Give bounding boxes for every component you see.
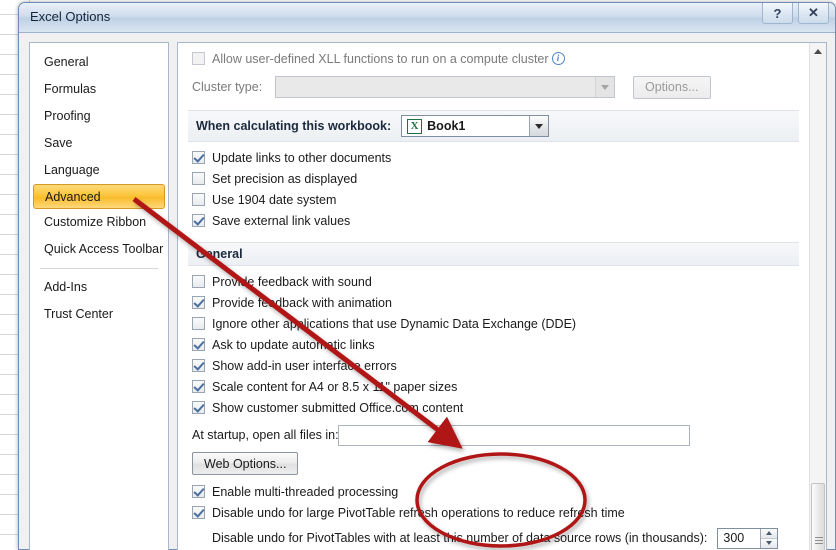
office-content-checkbox[interactable]: [192, 401, 205, 414]
disable-undo-pivot-row[interactable]: Disable undo for large PivotTable refres…: [192, 503, 799, 522]
chevron-down-icon[interactable]: [529, 116, 549, 136]
sidebar-item-general[interactable]: General: [30, 49, 168, 76]
stepper-buttons[interactable]: [760, 528, 778, 548]
web-options-row: Web Options...: [192, 452, 799, 475]
date-system-label: Use 1904 date system: [212, 192, 337, 207]
ask-update-links-row[interactable]: Ask to update automatic links: [192, 335, 799, 354]
multithreaded-checkbox[interactable]: [192, 485, 205, 498]
set-precision-label: Set precision as displayed: [212, 171, 358, 186]
feedback-sound-checkbox[interactable]: [192, 275, 205, 288]
date-system-checkbox[interactable]: [192, 193, 205, 206]
ignore-dde-row[interactable]: Ignore other applications that use Dynam…: [192, 314, 799, 333]
pivot-rows-value[interactable]: 300: [718, 529, 760, 548]
excel-options-dialog: Excel Options ? ✕ General Formulas Proof…: [18, 2, 836, 550]
cluster-options-button[interactable]: Options...: [633, 75, 711, 99]
ask-update-links-label: Ask to update automatic links: [212, 337, 375, 352]
scale-content-row[interactable]: Scale content for A4 or 8.5 x 11" paper …: [192, 377, 799, 396]
dialog-titlebar: Excel Options ? ✕: [19, 3, 835, 33]
feedback-animation-label: Provide feedback with animation: [212, 295, 392, 310]
save-external-links-label: Save external link values: [212, 213, 351, 228]
pivot-rows-label: Disable undo for PivotTables with at lea…: [212, 531, 708, 545]
pivot-rows-stepper[interactable]: 300: [717, 527, 779, 549]
when-calculating-header: When calculating this workbook:: [196, 119, 392, 133]
web-options-button[interactable]: Web Options...: [192, 452, 299, 475]
ignore-dde-label: Ignore other applications that use Dynam…: [212, 316, 577, 331]
stepper-down-icon[interactable]: [761, 537, 778, 548]
scroll-up-icon[interactable]: [810, 43, 826, 60]
addin-errors-checkbox[interactable]: [192, 359, 205, 372]
startup-path-label: At startup, open all files in:: [192, 428, 339, 442]
pane-scrollbar[interactable]: [809, 43, 826, 550]
workbook-value-wrap: X Book1: [402, 116, 529, 136]
general-section-header: General: [188, 242, 799, 266]
feedback-sound-row[interactable]: Provide feedback with sound: [192, 272, 799, 291]
xll-compute-cluster-checkbox[interactable]: [192, 52, 205, 65]
help-icon[interactable]: ?: [762, 3, 793, 24]
workbook-name: Book1: [427, 119, 466, 133]
stepper-up-icon[interactable]: [761, 528, 778, 538]
dialog-body: General Formulas Proofing Save Language …: [19, 34, 835, 550]
pivot-rows-row: Disable undo for PivotTables with at lea…: [192, 525, 799, 550]
save-external-links-row[interactable]: Save external link values: [192, 211, 799, 230]
advanced-options-content: Allow user-defined XLL functions to run …: [178, 43, 809, 550]
set-precision-checkbox[interactable]: [192, 172, 205, 185]
chevron-down-icon[interactable]: [595, 77, 614, 97]
startup-path-row: At startup, open all files in:: [192, 422, 799, 448]
scale-content-checkbox[interactable]: [192, 380, 205, 393]
office-content-row[interactable]: Show customer submitted Office.com conte…: [192, 398, 799, 417]
save-external-links-checkbox[interactable]: [192, 214, 205, 227]
sidebar-item-customize-ribbon[interactable]: Customize Ribbon: [30, 209, 168, 236]
options-category-list: General Formulas Proofing Save Language …: [29, 42, 169, 550]
sidebar-item-formulas[interactable]: Formulas: [30, 76, 168, 103]
multithreaded-row[interactable]: Enable multi-threaded processing: [192, 482, 799, 501]
addin-errors-row[interactable]: Show add-in user interface errors: [192, 356, 799, 375]
scale-content-label: Scale content for A4 or 8.5 x 11" paper …: [212, 379, 458, 394]
feedback-animation-row[interactable]: Provide feedback with animation: [192, 293, 799, 312]
when-calculating-section: When calculating this workbook: X Book1: [188, 110, 799, 142]
date-system-row[interactable]: Use 1904 date system: [192, 190, 799, 209]
cluster-type-label: Cluster type:: [192, 80, 263, 94]
set-precision-row[interactable]: Set precision as displayed: [192, 169, 799, 188]
sidebar-item-quick-access-toolbar[interactable]: Quick Access Toolbar: [30, 236, 168, 263]
scrollbar-grip-icon: [815, 535, 823, 546]
cluster-type-row: Cluster type: Options...: [192, 74, 799, 100]
multithreaded-label: Enable multi-threaded processing: [212, 484, 399, 499]
scrollbar-thumb[interactable]: [811, 483, 825, 550]
disable-undo-pivot-label: Disable undo for large PivotTable refres…: [212, 505, 625, 520]
excel-workbook-icon: X: [407, 118, 423, 134]
sidebar-item-advanced[interactable]: Advanced: [33, 184, 165, 209]
startup-path-input[interactable]: [338, 424, 690, 446]
office-content-label: Show customer submitted Office.com conte…: [212, 400, 464, 415]
feedback-sound-label: Provide feedback with sound: [212, 274, 372, 289]
update-links-label: Update links to other documents: [212, 150, 392, 165]
cluster-type-value: [276, 77, 595, 97]
feedback-animation-checkbox[interactable]: [192, 296, 205, 309]
sidebar-item-add-ins[interactable]: Add-Ins: [30, 274, 168, 301]
sidebar-item-trust-center[interactable]: Trust Center: [30, 301, 168, 328]
disable-undo-pivot-checkbox[interactable]: [192, 506, 205, 519]
ignore-dde-checkbox[interactable]: [192, 317, 205, 330]
sidebar-item-save[interactable]: Save: [30, 130, 168, 157]
dialog-title: Excel Options: [30, 9, 111, 24]
addin-errors-label: Show add-in user interface errors: [212, 358, 397, 373]
xll-compute-cluster-row[interactable]: Allow user-defined XLL functions to run …: [192, 49, 799, 68]
ask-update-links-checkbox[interactable]: [192, 338, 205, 351]
update-links-checkbox[interactable]: [192, 151, 205, 164]
update-links-row[interactable]: Update links to other documents: [192, 148, 799, 167]
sidebar-item-proofing[interactable]: Proofing: [30, 103, 168, 130]
close-icon[interactable]: ✕: [798, 3, 829, 24]
info-icon[interactable]: i: [551, 52, 565, 65]
workbook-dropdown[interactable]: X Book1: [401, 115, 550, 137]
advanced-options-pane: Allow user-defined XLL functions to run …: [177, 42, 827, 550]
xll-compute-cluster-label: Allow user-defined XLL functions to run …: [212, 51, 549, 66]
sidebar-divider: [40, 268, 158, 269]
cluster-type-dropdown[interactable]: [275, 76, 615, 98]
sidebar-item-language[interactable]: Language: [30, 157, 168, 184]
